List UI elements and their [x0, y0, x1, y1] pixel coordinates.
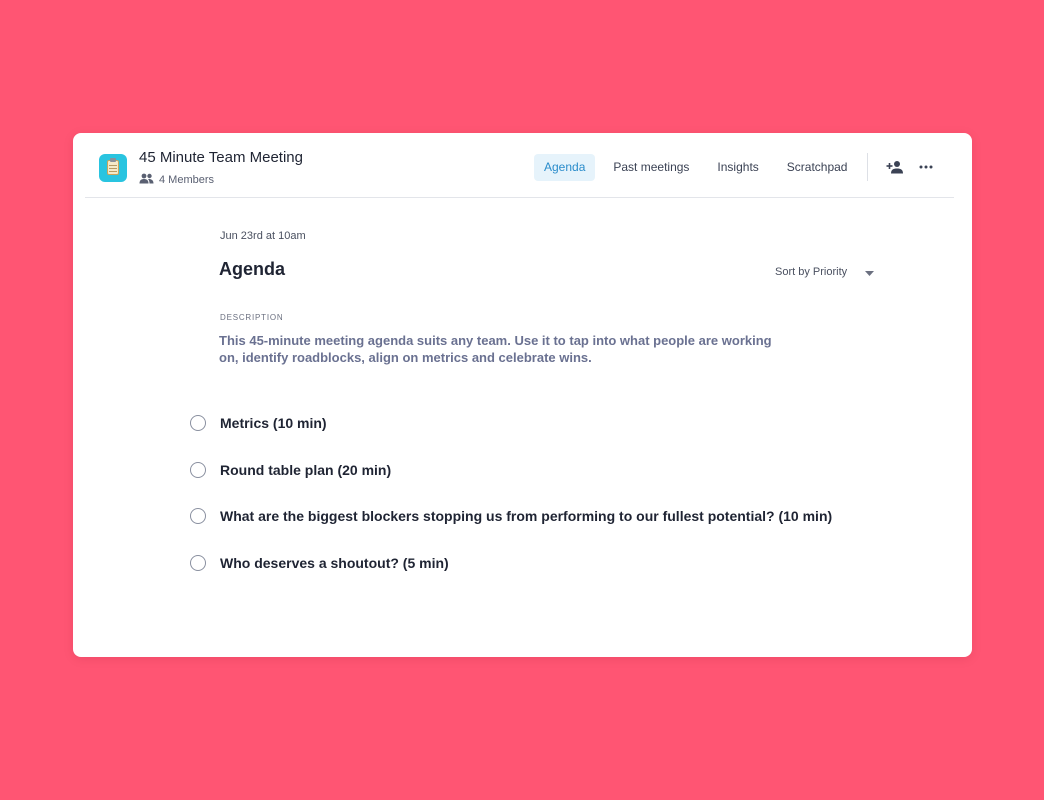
list-item: Metrics (10 min) — [190, 412, 832, 434]
tab-insights[interactable]: Insights — [707, 154, 768, 181]
tab-scratchpad[interactable]: Scratchpad — [777, 154, 858, 181]
tab-agenda[interactable]: Agenda — [534, 154, 596, 181]
list-item: Round table plan (20 min) — [190, 459, 832, 481]
sort-dropdown[interactable]: Sort by Priority — [775, 263, 875, 281]
meeting-header: 45 Minute Team Meeting 4 Members Agenda … — [85, 133, 954, 198]
agenda-item-text[interactable]: Round table plan (20 min) — [220, 462, 391, 478]
checkbox-circle[interactable] — [190, 415, 206, 431]
checkbox-circle[interactable] — [190, 508, 206, 524]
people-icon — [139, 171, 154, 189]
list-item: Who deserves a shoutout? (5 min) — [190, 552, 832, 574]
meeting-card: 45 Minute Team Meeting 4 Members Agenda … — [73, 133, 972, 657]
members-label: 4 Members — [159, 174, 215, 186]
tab-past-meetings[interactable]: Past meetings — [603, 154, 699, 181]
add-person-icon[interactable] — [885, 157, 905, 177]
description-label: DESCRIPTION — [220, 313, 284, 322]
meeting-title: 45 Minute Team Meeting — [139, 149, 303, 166]
more-horizontal-icon[interactable] — [916, 157, 936, 177]
caret-down-icon — [865, 263, 875, 281]
members-count[interactable]: 4 Members — [139, 173, 214, 187]
agenda-item-text[interactable]: What are the biggest blockers stopping u… — [220, 508, 832, 524]
checkbox-circle[interactable] — [190, 461, 206, 478]
description-text: This 45-minute meeting agenda suits any … — [219, 333, 772, 365]
agenda-item-text[interactable]: Who deserves a shoutout? (5 min) — [220, 555, 449, 571]
page-title: Agenda — [219, 259, 286, 279]
agenda-list: Metrics (10 min) Round table plan (20 mi… — [190, 412, 832, 598]
clipboard-icon — [99, 154, 127, 182]
list-item: What are the biggest blockers stopping u… — [190, 505, 832, 527]
meeting-date: Jun 23rd at 10am — [220, 230, 306, 242]
checkbox-circle[interactable] — [190, 554, 206, 571]
tab-bar: Agenda Past meetings Insights Scratchpad — [534, 154, 865, 181]
agenda-item-text[interactable]: Metrics (10 min) — [220, 415, 327, 431]
sort-label: Sort by Priority — [775, 266, 848, 278]
header-divider — [867, 153, 868, 181]
